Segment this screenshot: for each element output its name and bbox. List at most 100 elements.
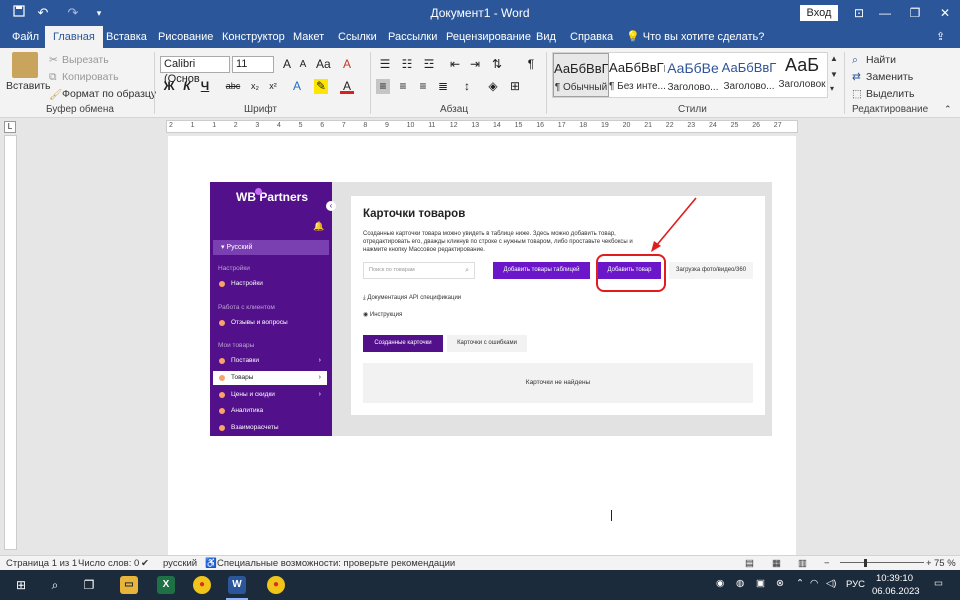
accessibility-status[interactable]: Специальные возможности: проверьте реком… bbox=[217, 558, 455, 569]
multilevel-list-icon[interactable]: ☲ bbox=[422, 57, 436, 72]
format-painter-button[interactable]: Формат по образцу bbox=[62, 88, 156, 100]
tab-draw[interactable]: Рисование bbox=[156, 26, 215, 48]
borders-icon[interactable]: ⊞ bbox=[508, 79, 522, 94]
bold-button[interactable]: Ж bbox=[162, 79, 176, 94]
style-heading1[interactable]: АаБбВе Заголово... bbox=[665, 53, 721, 97]
paste-icon[interactable] bbox=[12, 52, 38, 78]
zoom-out-icon[interactable]: − bbox=[824, 558, 830, 569]
network-icon[interactable]: ⊗ bbox=[776, 578, 784, 589]
cut-button[interactable]: Вырезать bbox=[62, 54, 109, 66]
chrome-icon[interactable]: ● bbox=[193, 576, 211, 594]
chrome-tray-icon[interactable]: ◉ bbox=[716, 578, 724, 589]
minimize-button[interactable]: — bbox=[872, 3, 898, 23]
zoom-slider-thumb[interactable] bbox=[864, 559, 867, 567]
font-size-combo[interactable]: 11 bbox=[232, 56, 274, 73]
search-icon[interactable]: ⌕ bbox=[44, 575, 66, 595]
shrink-font-icon[interactable]: A bbox=[296, 57, 310, 72]
zoom-slider[interactable] bbox=[840, 562, 924, 563]
chevron-up-icon[interactable]: ⌃ bbox=[796, 578, 804, 589]
font-color-icon[interactable]: A bbox=[340, 79, 354, 94]
select-button[interactable]: Выделить bbox=[866, 88, 914, 100]
word-icon[interactable]: W bbox=[228, 576, 246, 594]
superscript-icon[interactable]: x² bbox=[266, 79, 280, 94]
styles-scroll-up-icon[interactable]: ▲ bbox=[830, 54, 838, 63]
windows-start-icon[interactable]: ⊞ bbox=[10, 575, 32, 595]
clear-formatting-icon[interactable]: A bbox=[340, 57, 354, 72]
text-effects-icon[interactable]: A bbox=[290, 79, 304, 94]
file-explorer-icon[interactable]: ▭ bbox=[120, 576, 138, 594]
zoom-in-icon[interactable]: + bbox=[926, 558, 932, 569]
share-icon[interactable]: ⇪ bbox=[934, 26, 947, 48]
sign-in-button[interactable]: Вход bbox=[800, 5, 838, 21]
read-mode-icon[interactable]: ▤ bbox=[745, 558, 754, 569]
tab-file[interactable]: Файл bbox=[10, 26, 41, 48]
grow-font-icon[interactable]: A bbox=[280, 57, 294, 72]
bullets-icon[interactable]: ☰ bbox=[378, 57, 392, 72]
highlight-icon[interactable]: ✎ bbox=[314, 79, 328, 94]
align-center-icon[interactable]: ≡ bbox=[396, 79, 410, 94]
tab-layout[interactable]: Макет bbox=[291, 26, 326, 48]
tab-design[interactable]: Конструктор bbox=[220, 26, 287, 48]
underline-button[interactable]: Ч bbox=[198, 79, 212, 94]
close-button[interactable]: ✕ bbox=[932, 3, 958, 23]
tray-app-icon[interactable]: ▣ bbox=[756, 578, 765, 589]
chrome-profile-icon[interactable]: ● bbox=[267, 576, 285, 594]
proofing-icon[interactable]: ✔ bbox=[141, 558, 149, 569]
paste-button[interactable]: Вставить bbox=[6, 80, 51, 92]
task-view-icon[interactable]: ❐ bbox=[78, 575, 100, 595]
styles-more-icon[interactable]: ▾ bbox=[830, 84, 834, 93]
tab-references[interactable]: Ссылки bbox=[336, 26, 379, 48]
subscript-icon[interactable]: x₂ bbox=[248, 79, 262, 94]
pilcrow-icon[interactable]: ¶ bbox=[524, 57, 538, 72]
embedded-screenshot[interactable]: WB Partners ‹ 🔔 ▾ Русский Настройки Наст… bbox=[210, 182, 772, 436]
sort-icon[interactable]: ⇅ bbox=[490, 57, 504, 72]
change-case-icon[interactable]: Aa bbox=[316, 57, 331, 72]
tab-view[interactable]: Вид bbox=[534, 26, 558, 48]
styles-scroll-down-icon[interactable]: ▼ bbox=[830, 70, 838, 79]
find-button[interactable]: Найти bbox=[866, 54, 896, 66]
style-preview: АаБбВе bbox=[667, 60, 719, 76]
shading-icon[interactable]: ◈ bbox=[486, 79, 500, 94]
tab-insert[interactable]: Вставка bbox=[104, 26, 149, 48]
numbering-icon[interactable]: ☷ bbox=[400, 57, 414, 72]
clock-date[interactable]: 06.06.2023 bbox=[872, 586, 920, 597]
word-count[interactable]: Число слов: 0 bbox=[78, 558, 139, 569]
increase-indent-icon[interactable]: ⇥ bbox=[468, 57, 482, 72]
notifications-icon[interactable]: ▭ bbox=[934, 578, 943, 589]
decrease-indent-icon[interactable]: ⇤ bbox=[448, 57, 462, 72]
language-status[interactable]: русский bbox=[163, 558, 197, 569]
print-layout-icon[interactable]: ▦ bbox=[772, 558, 781, 569]
style-normal[interactable]: АаБбВвГг, ¶ Обычный bbox=[553, 53, 609, 97]
line-spacing-icon[interactable]: ↕ bbox=[460, 79, 474, 94]
ribbon-display-options-icon[interactable]: ⊡ bbox=[846, 3, 872, 23]
page-count[interactable]: Страница 1 из 1 bbox=[6, 558, 77, 569]
tab-review[interactable]: Рецензирование bbox=[444, 26, 533, 48]
tab-home[interactable]: Главная bbox=[45, 26, 103, 48]
style-no-spacing[interactable]: АаБбВвГг, ¶ Без инте... bbox=[609, 53, 665, 97]
wifi-icon[interactable]: ◠ bbox=[810, 578, 818, 589]
volume-icon[interactable]: ◁) bbox=[826, 578, 836, 589]
zoom-level[interactable]: 75 % bbox=[934, 558, 956, 569]
title-bar: ↶ ↷ ▾ Документ1 - Word Вход ⊡ — ❐ ✕ bbox=[0, 0, 960, 26]
copy-button[interactable]: Копировать bbox=[62, 71, 119, 83]
italic-button[interactable]: К bbox=[180, 79, 194, 94]
justify-icon[interactable]: ≣ bbox=[436, 79, 450, 94]
restore-button[interactable]: ❐ bbox=[902, 3, 928, 23]
tab-selector-icon[interactable]: L bbox=[4, 121, 16, 133]
style-title[interactable]: АаБ Заголовок bbox=[777, 53, 827, 97]
font-name-combo[interactable]: Calibri (Основ bbox=[160, 56, 230, 85]
tray-app-icon[interactable]: ◍ bbox=[736, 578, 744, 589]
collapse-ribbon-icon[interactable]: ⌃ bbox=[944, 104, 952, 115]
web-layout-icon[interactable]: ▥ bbox=[798, 558, 807, 569]
strikethrough-button[interactable]: abc bbox=[222, 79, 244, 94]
replace-button[interactable]: Заменить bbox=[866, 71, 913, 83]
excel-icon[interactable]: X bbox=[157, 576, 175, 594]
align-left-icon[interactable]: ≡ bbox=[376, 79, 390, 94]
tab-help[interactable]: Справка bbox=[568, 26, 615, 48]
tab-mailings[interactable]: Рассылки bbox=[386, 26, 439, 48]
align-right-icon[interactable]: ≡ bbox=[416, 79, 430, 94]
clock-time[interactable]: 10:39:10 bbox=[876, 573, 913, 584]
tell-me-search[interactable]: 💡 Что вы хотите сделать? bbox=[626, 26, 764, 48]
input-language[interactable]: РУС bbox=[846, 579, 865, 590]
style-heading2[interactable]: АаБбВвГ Заголово... bbox=[721, 53, 777, 97]
